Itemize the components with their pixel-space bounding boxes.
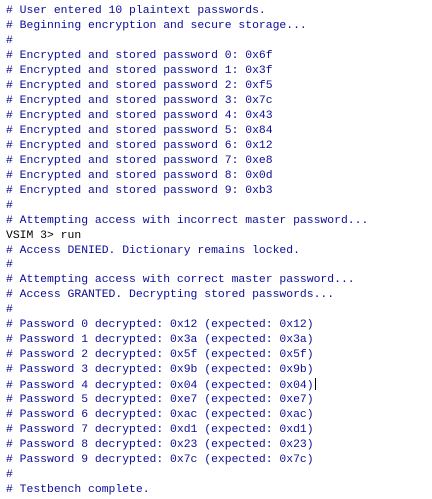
console-line: # bbox=[6, 199, 432, 214]
console-line-text: # Encrypted and stored password 7: 0xe8 bbox=[6, 154, 273, 167]
console-line-text: # Password 7 decrypted: 0xd1 (expected: … bbox=[6, 424, 314, 437]
console-line: # bbox=[6, 303, 432, 318]
console-line-text: # Beginning encryption and secure storag… bbox=[6, 19, 307, 32]
console-line-text: # Password 4 decrypted: 0x04 (expected: … bbox=[6, 380, 314, 393]
console-line-text: # Encrypted and stored password 9: 0xb3 bbox=[6, 184, 273, 197]
console-line-text: # Attempting access with correct master … bbox=[6, 274, 355, 287]
console-line-text: # Password 3 decrypted: 0x9b (expected: … bbox=[6, 364, 314, 377]
console-line: # Password 7 decrypted: 0xd1 (expected: … bbox=[6, 423, 432, 438]
console-line-text: # Password 6 decrypted: 0xac (expected: … bbox=[6, 409, 314, 422]
console-line: # Encrypted and stored password 8: 0x0d bbox=[6, 169, 432, 184]
console-line: # Access GRANTED. Decrypting stored pass… bbox=[6, 288, 432, 303]
console-line: # Encrypted and stored password 7: 0xe8 bbox=[6, 154, 432, 169]
console-line: VSIM 3> run bbox=[6, 229, 432, 244]
console-line-text: # Attempting access with incorrect maste… bbox=[6, 214, 369, 227]
console-line-text: # bbox=[6, 259, 13, 272]
console-line-text: # bbox=[6, 469, 13, 482]
console-line: # bbox=[6, 468, 432, 483]
console-line-text: # Password 2 decrypted: 0x5f (expected: … bbox=[6, 349, 314, 362]
console-line-text: # User entered 10 plaintext passwords. bbox=[6, 5, 266, 17]
console-line: # Encrypted and stored password 1: 0x3f bbox=[6, 64, 432, 79]
console-line: # Password 8 decrypted: 0x23 (expected: … bbox=[6, 438, 432, 453]
console-line: # Beginning encryption and secure storag… bbox=[6, 19, 432, 34]
console-line-text: # bbox=[6, 304, 13, 317]
console-line: # Password 3 decrypted: 0x9b (expected: … bbox=[6, 363, 432, 378]
console-line: # Password 2 decrypted: 0x5f (expected: … bbox=[6, 348, 432, 363]
text-cursor bbox=[314, 378, 316, 391]
console-line-text: # Access GRANTED. Decrypting stored pass… bbox=[6, 289, 335, 302]
console-line: # Password 5 decrypted: 0xe7 (expected: … bbox=[6, 393, 432, 408]
console-line-text: # Password 5 decrypted: 0xe7 (expected: … bbox=[6, 394, 314, 407]
console-line-text: # Password 1 decrypted: 0x3a (expected: … bbox=[6, 334, 314, 347]
console-line: # bbox=[6, 34, 432, 49]
console-line: # Testbench complete. bbox=[6, 483, 432, 498]
console-line: # Encrypted and stored password 0: 0x6f bbox=[6, 49, 432, 64]
console-line-text: # Encrypted and stored password 5: 0x84 bbox=[6, 124, 273, 137]
transcript-console[interactable]: # User entered 10 plaintext passwords. # … bbox=[0, 0, 432, 499]
console-line-text: # bbox=[6, 34, 13, 47]
console-line-text: # Encrypted and stored password 4: 0x43 bbox=[6, 109, 273, 122]
console-line: # Encrypted and stored password 5: 0x84 bbox=[6, 124, 432, 139]
console-line: # Attempting access with correct master … bbox=[6, 273, 432, 288]
console-line-text: # Encrypted and stored password 8: 0x0d bbox=[6, 169, 273, 182]
console-line: # bbox=[6, 258, 432, 273]
console-line-text: # Encrypted and stored password 0: 0x6f bbox=[6, 49, 273, 62]
console-line-text: # Testbench complete. bbox=[6, 484, 150, 496]
console-line: # Password 6 decrypted: 0xac (expected: … bbox=[6, 408, 432, 423]
console-line: # Password 1 decrypted: 0x3a (expected: … bbox=[6, 333, 432, 348]
console-line: # Password 9 decrypted: 0x7c (expected: … bbox=[6, 453, 432, 468]
console-line-text: # Password 9 decrypted: 0x7c (expected: … bbox=[6, 454, 314, 467]
console-line-text: # Password 0 decrypted: 0x12 (expected: … bbox=[6, 319, 314, 332]
console-line-text: # bbox=[6, 199, 13, 212]
console-line: # Attempting access with incorrect maste… bbox=[6, 214, 432, 229]
console-line-text: # Encrypted and stored password 2: 0xf5 bbox=[6, 79, 273, 92]
console-line: # Encrypted and stored password 3: 0x7c bbox=[6, 94, 432, 109]
console-line-text: # Encrypted and stored password 3: 0x7c bbox=[6, 94, 273, 107]
console-line: # Encrypted and stored password 9: 0xb3 bbox=[6, 184, 432, 199]
console-line: # Access DENIED. Dictionary remains lock… bbox=[6, 244, 432, 259]
console-line-text: # Encrypted and stored password 1: 0x3f bbox=[6, 64, 273, 77]
command-prompt-text: VSIM 3> run bbox=[6, 229, 82, 242]
console-line-text: # Password 8 decrypted: 0x23 (expected: … bbox=[6, 439, 314, 452]
console-line: # User entered 10 plaintext passwords. bbox=[6, 4, 432, 19]
console-line: # Password 0 decrypted: 0x12 (expected: … bbox=[6, 318, 432, 333]
console-line: # Encrypted and stored password 2: 0xf5 bbox=[6, 79, 432, 94]
console-line: # Encrypted and stored password 6: 0x12 bbox=[6, 139, 432, 154]
console-line-text: # Encrypted and stored password 6: 0x12 bbox=[6, 139, 273, 152]
console-line-text: # Access DENIED. Dictionary remains lock… bbox=[6, 244, 300, 257]
console-line: # Encrypted and stored password 4: 0x43 bbox=[6, 109, 432, 124]
console-line: # Password 4 decrypted: 0x04 (expected: … bbox=[6, 378, 432, 393]
